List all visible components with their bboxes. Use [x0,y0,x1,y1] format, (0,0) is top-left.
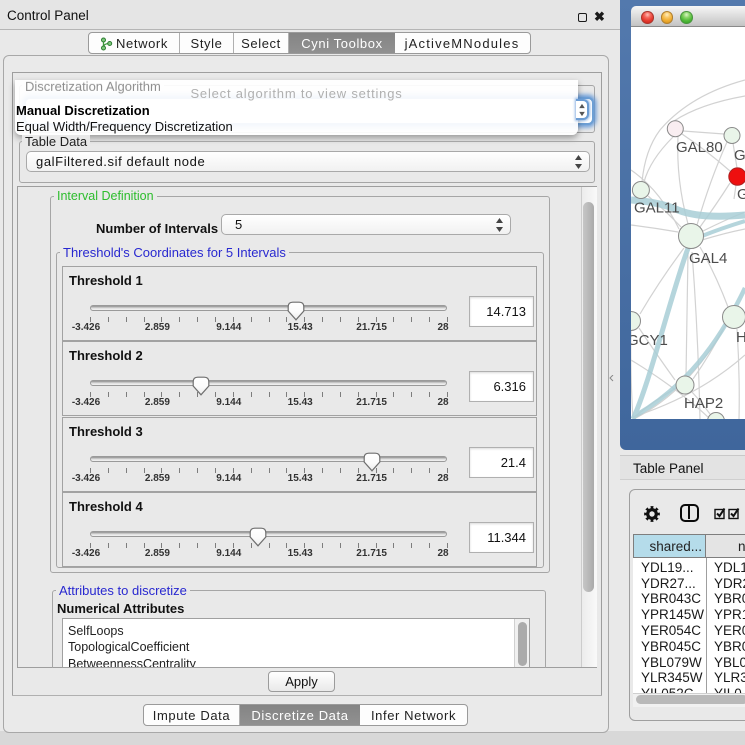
svg-text:HIS4: HIS4 [736,329,745,346]
svg-text:GAL4: GAL4 [689,250,727,267]
svg-text:GAL: GAL [737,186,745,203]
svg-text:GAL80: GAL80 [676,139,723,156]
svg-text:GAL2: GAL2 [734,147,745,164]
svg-text:HAP2: HAP2 [684,395,723,412]
svg-text:GAL11: GAL11 [634,200,680,217]
svg-text:GCY1: GCY1 [631,332,668,349]
